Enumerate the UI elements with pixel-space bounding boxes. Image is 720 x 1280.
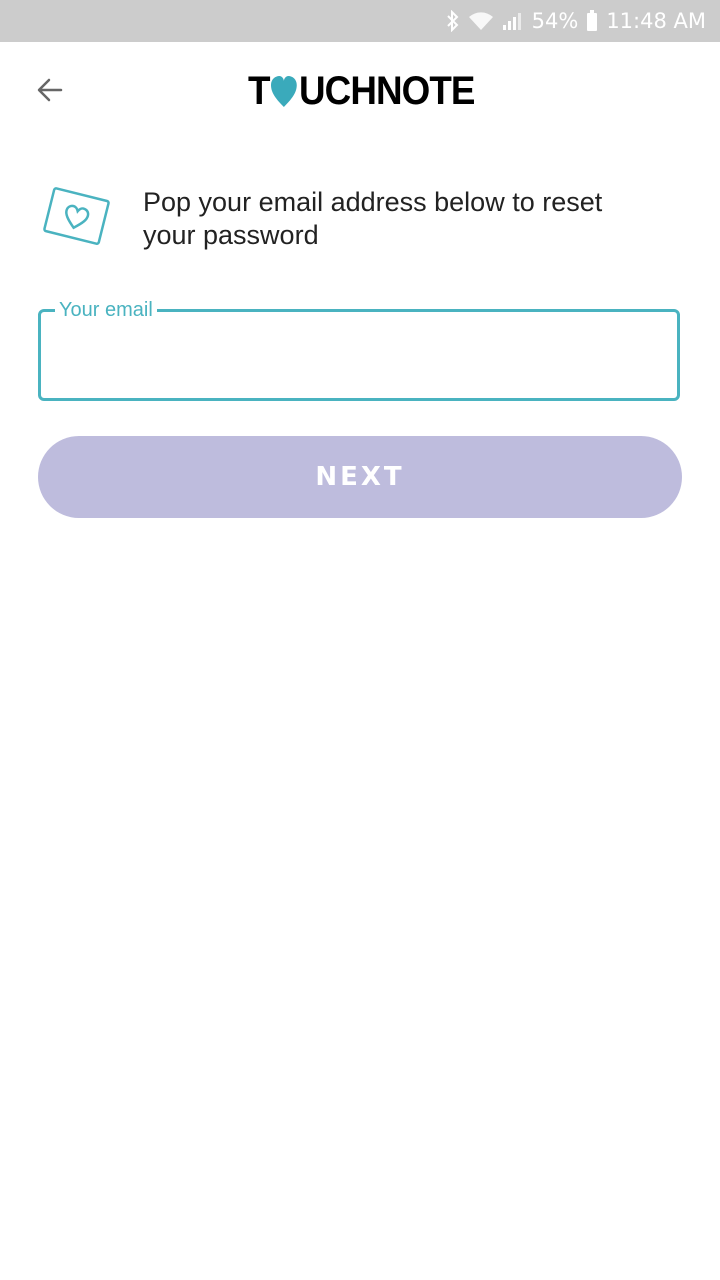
logo-text-end: UCHNOTE xyxy=(299,68,475,113)
heart-icon xyxy=(270,74,298,108)
wifi-icon xyxy=(468,11,494,31)
logo-text-start: T xyxy=(248,68,271,113)
arrow-left-icon xyxy=(35,75,65,110)
postcard-heart-icon xyxy=(40,186,112,250)
next-button[interactable]: NEXT xyxy=(38,436,682,518)
reset-password-screen: 54% 11:48 AM T UCHNOTE Pop your email ad… xyxy=(0,0,720,1280)
email-input[interactable] xyxy=(57,336,661,378)
touchnote-logo: T UCHNOTE xyxy=(248,68,475,113)
back-button[interactable] xyxy=(34,76,66,108)
status-time: 11:48 AM xyxy=(606,9,706,33)
reset-instructions: Pop your email address below to reset yo… xyxy=(143,187,603,250)
email-field[interactable]: Your email xyxy=(38,298,680,401)
status-bar: 54% 11:48 AM xyxy=(0,0,720,42)
email-field-label: Your email xyxy=(55,298,157,322)
signal-icon xyxy=(502,11,524,31)
battery-percent: 54% xyxy=(531,9,579,33)
status-icons: 54% 11:48 AM xyxy=(446,0,706,42)
battery-icon xyxy=(586,10,598,32)
bluetooth-icon xyxy=(446,10,460,32)
